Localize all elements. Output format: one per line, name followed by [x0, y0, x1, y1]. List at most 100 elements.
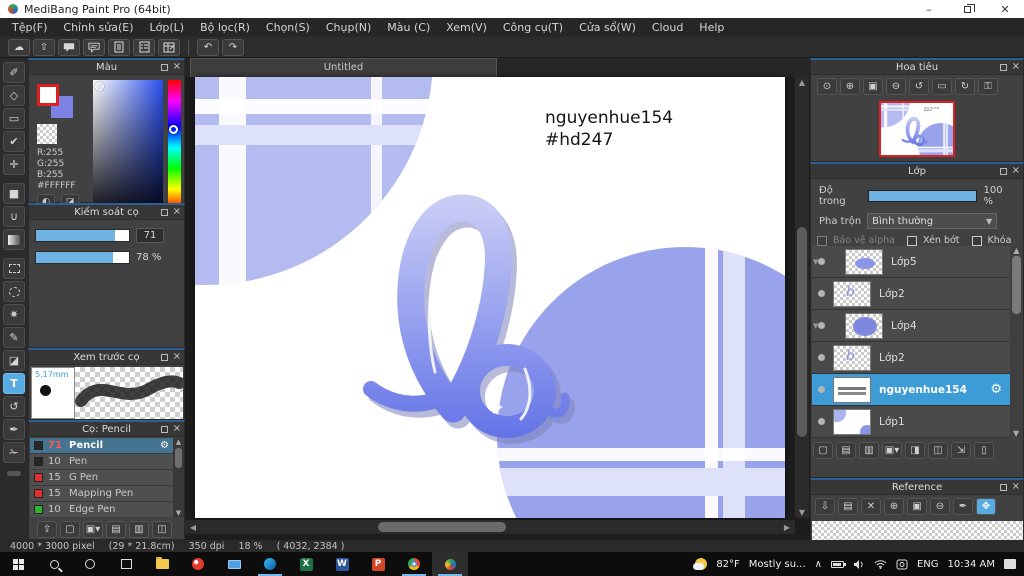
menu-window[interactable]: Cửa sổ(W)	[571, 18, 644, 37]
brush-list-scrollbar[interactable]: ▲ ▼	[173, 438, 184, 517]
language-indicator[interactable]: ENG	[917, 559, 939, 570]
close-icon[interactable]: ×	[173, 424, 181, 434]
reference-close-button[interactable]: ✕	[861, 498, 881, 515]
layer-visibility-dot[interactable]	[818, 354, 825, 361]
merge-layer-button[interactable]: ⇲	[951, 442, 971, 459]
gradient-tool[interactable]	[3, 229, 25, 250]
speaker-icon[interactable]	[853, 559, 865, 570]
reference-eyedropper-button[interactable]: ✒	[953, 498, 973, 515]
rotate-ccw-button[interactable]: ↺	[909, 78, 929, 95]
cortana-button[interactable]	[72, 552, 108, 576]
menu-view[interactable]: Xem(V)	[438, 18, 495, 37]
brush-tool[interactable]: ✐	[3, 62, 25, 83]
select-fill-tool[interactable]: ■	[3, 183, 25, 204]
layer-row-lop5[interactable]: ▼ Lớp5	[812, 246, 1010, 278]
menu-layer[interactable]: Lớp(L)	[142, 18, 193, 37]
battery-icon[interactable]	[830, 560, 846, 568]
close-icon[interactable]: ×	[173, 207, 181, 217]
layer-row-nguyenhue154[interactable]: nguyenhue154 ⚙	[812, 374, 1010, 406]
canvas-tab-untitled[interactable]: Untitled	[190, 58, 497, 77]
menu-filter[interactable]: Bộ lọc(R)	[192, 18, 258, 37]
meet-now-icon[interactable]	[896, 559, 908, 570]
rotate-cw-button[interactable]: ↻	[955, 78, 975, 95]
close-icon[interactable]: ×	[173, 62, 181, 72]
chrome-button[interactable]	[396, 552, 432, 576]
excel-button[interactable]: X	[288, 552, 324, 576]
layer-visibility-dot[interactable]	[818, 258, 825, 265]
red-app-button[interactable]	[180, 552, 216, 576]
brush-size-slider[interactable]	[35, 229, 130, 242]
layer-row-lop1[interactable]: Lớp1	[812, 406, 1010, 438]
saturation-value-box[interactable]	[93, 80, 163, 210]
restore-button[interactable]	[948, 0, 986, 18]
lock-checkbox[interactable]	[971, 235, 982, 246]
zoom-out-button[interactable]: ⊖	[886, 78, 906, 95]
reference-cloud-button[interactable]: ⇩	[815, 498, 835, 515]
layer-folder-button[interactable]: ◨	[905, 442, 925, 459]
zoom-100-button[interactable]: ⊙	[817, 78, 837, 95]
layer-visibility-dot[interactable]	[818, 386, 825, 393]
canvas[interactable]: nguyenhue154 #hd247	[195, 77, 785, 518]
toolcol-scroll-pill[interactable]	[7, 471, 21, 476]
horizontal-scroll-thumb[interactable]	[378, 522, 506, 532]
notification-center-icon[interactable]	[1004, 559, 1016, 569]
brush-settings-gear-icon[interactable]: ⚙	[160, 440, 169, 451]
menu-help[interactable]: Help	[691, 18, 732, 37]
layer-opacity-slider[interactable]	[868, 190, 978, 202]
task-view-button[interactable]	[108, 552, 144, 576]
canvas-vertical-scrollbar[interactable]: ▲ ▼	[795, 77, 809, 518]
reference-zoom-out-button[interactable]: ⊖	[930, 498, 950, 515]
scroll-left-arrow[interactable]: ◀	[186, 523, 200, 532]
taskbar-search-button[interactable]	[36, 552, 72, 576]
text-tool[interactable]: T	[3, 373, 25, 394]
menu-tools[interactable]: Công cụ(T)	[495, 18, 571, 37]
shape-tool[interactable]: ▭	[3, 108, 25, 129]
menu-file[interactable]: Tệp(F)	[4, 18, 55, 37]
scroll-up-arrow[interactable]: ▲	[795, 78, 809, 87]
display-app-button[interactable]	[216, 552, 252, 576]
comment-lines-button[interactable]	[83, 38, 105, 56]
popout-icon[interactable]	[999, 167, 1007, 175]
popout-icon[interactable]	[999, 483, 1007, 491]
navigator-thumbnail[interactable]	[879, 101, 955, 157]
brush-size-value[interactable]: 71	[136, 228, 164, 243]
canvas-horizontal-scrollbar[interactable]: ◀ ▶	[185, 520, 795, 534]
brush-row-gpen[interactable]: 15 G Pen	[30, 470, 173, 486]
popout-icon[interactable]	[160, 63, 168, 71]
divider-tool[interactable]: ✁	[3, 442, 25, 463]
layer-list-scrollbar[interactable]: ▲ ▼	[1010, 246, 1023, 438]
cloud-save-button[interactable]: ☁	[8, 38, 30, 56]
move-tool[interactable]: ✛	[3, 154, 25, 175]
scroll-right-arrow[interactable]: ▶	[780, 523, 794, 532]
layer-visibility-dot[interactable]	[818, 290, 825, 297]
new-brush-menu-button[interactable]: ▣▾	[83, 520, 103, 538]
lasso-tool[interactable]	[3, 281, 25, 302]
duplicate-brush-button[interactable]: ◫	[152, 520, 172, 538]
new-1bit-layer-button[interactable]: ▥	[859, 442, 879, 459]
eraser-tool[interactable]: ◇	[3, 85, 25, 106]
reference-zoom-in-button[interactable]: ⊕	[884, 498, 904, 515]
add-layer-menu-button[interactable]: ▣▾	[882, 442, 902, 459]
eyedropper-tool[interactable]: ✒	[3, 419, 25, 440]
alpha-lock-checkbox[interactable]	[817, 235, 827, 246]
new-8bit-layer-button[interactable]: ▤	[836, 442, 856, 459]
weather-desc[interactable]: Mostly su...	[749, 559, 806, 570]
scrollbar-thumb[interactable]	[175, 448, 182, 468]
blend-mode-dropdown[interactable]: Bình thường ▼	[867, 213, 998, 229]
table-edit-button[interactable]	[158, 38, 180, 56]
edge-button[interactable]	[252, 552, 288, 576]
layer-row-lop2b[interactable]: b Lớp2	[812, 342, 1010, 374]
bucket-tool[interactable]: ∪	[3, 206, 25, 227]
weather-icon[interactable]	[693, 558, 708, 570]
popout-icon[interactable]	[999, 63, 1007, 71]
close-icon[interactable]: ×	[173, 352, 181, 362]
snap-curve-tool[interactable]: ✔	[3, 131, 25, 152]
tray-expand-chevron-icon[interactable]: ∧	[815, 559, 822, 570]
reference-fit-button[interactable]: ▣	[907, 498, 927, 515]
lock-button[interactable]: ⚿	[978, 78, 998, 95]
popout-icon[interactable]	[160, 353, 168, 361]
brush-row-pencil[interactable]: 71 Pencil ⚙	[30, 438, 173, 454]
weather-temp[interactable]: 82°F	[716, 559, 739, 570]
clipping-checkbox[interactable]	[907, 235, 917, 246]
menu-capture[interactable]: Chụp(N)	[318, 18, 379, 37]
